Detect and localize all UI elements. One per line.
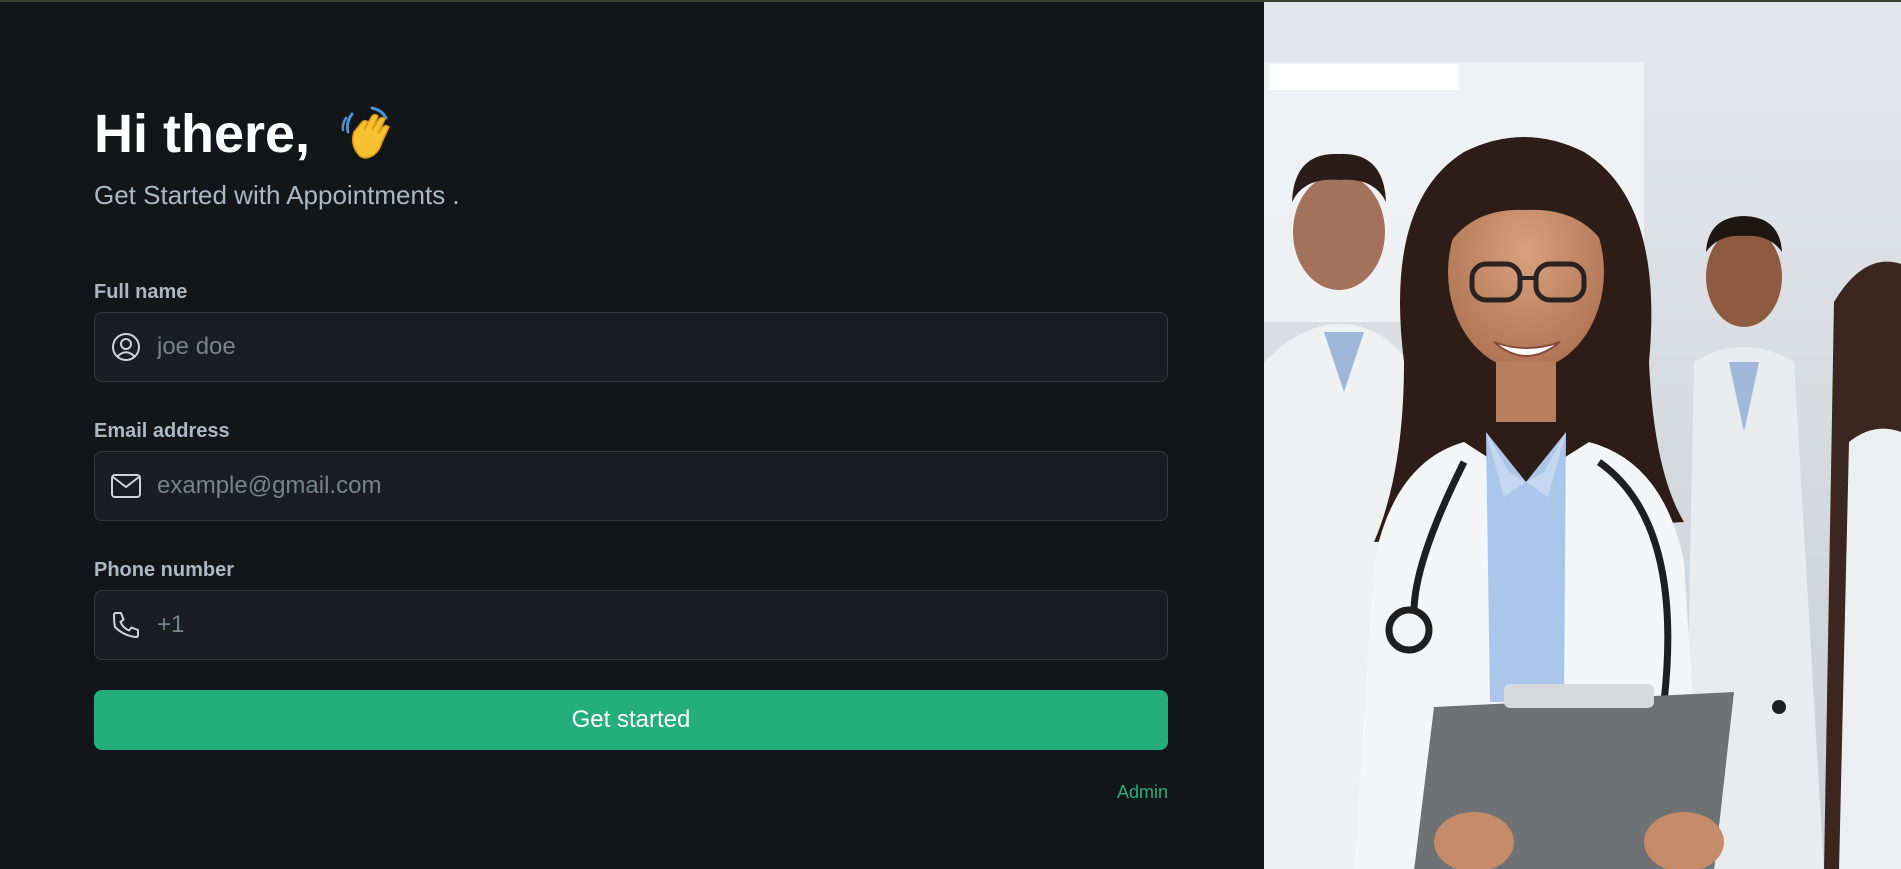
doctors-illustration [1264,2,1901,869]
full-name-label: Full name [94,281,188,303]
page-title: Hi there, [94,102,1170,166]
phone-field: Phone number [94,559,1170,660]
full-name-input[interactable] [155,312,1167,382]
admin-link[interactable]: Admin [1117,782,1168,802]
admin-row: Admin [94,782,1168,803]
form-panel: Hi there, Get Started with Appointments … [0,2,1264,869]
onboarding-page: Hi there, Get Started with Appointments … [0,0,1901,869]
email-input-wrapper[interactable] [94,451,1168,521]
phone-input-wrapper[interactable] [94,590,1168,660]
full-name-field: Full name [94,281,1170,382]
full-name-input-wrapper[interactable] [94,312,1168,382]
phone-icon [109,608,143,642]
waving-hand-icon [338,104,398,164]
hero-image-panel [1264,2,1901,869]
mail-icon [109,469,143,503]
email-field: Email address [94,420,1170,521]
email-input[interactable] [155,451,1167,521]
phone-input[interactable] [155,590,1167,660]
page-subtitle: Get Started with Appointments . [94,180,460,210]
phone-label: Phone number [94,559,235,581]
page-title-text: Hi there, [94,104,311,164]
user-circle-icon [109,330,143,364]
get-started-button[interactable]: Get started [94,690,1168,750]
email-label: Email address [94,420,230,442]
